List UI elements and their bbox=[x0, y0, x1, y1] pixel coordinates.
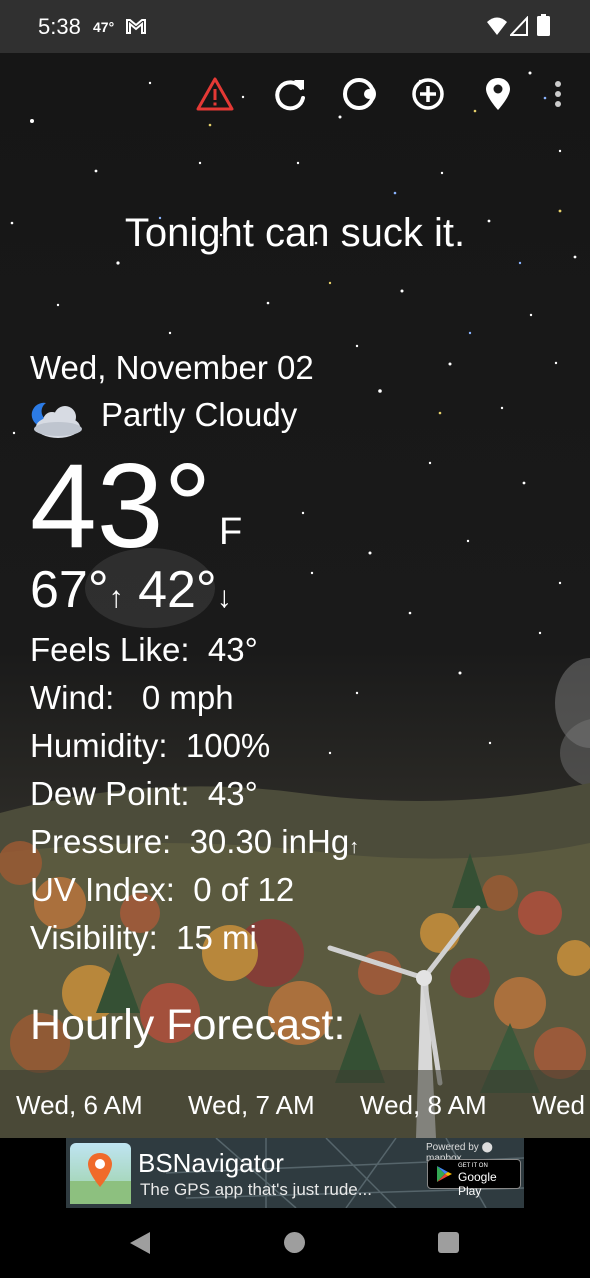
store-small-text: GET IT ON bbox=[458, 1163, 488, 1169]
google-play-icon bbox=[437, 1166, 452, 1182]
home-icon[interactable] bbox=[284, 1232, 305, 1253]
gmail-icon bbox=[126, 19, 146, 34]
battery-icon bbox=[537, 14, 550, 36]
high-low-temps: 67°↑ 42°↓ bbox=[30, 559, 232, 629]
bsnavigator-logo bbox=[70, 1143, 131, 1204]
detail-label: UV Index: bbox=[30, 871, 175, 908]
store-big-text: Google Play bbox=[458, 1170, 497, 1198]
current-temperature: 43° bbox=[30, 439, 212, 573]
detail-label: Pressure: bbox=[30, 823, 172, 860]
theme-icon[interactable] bbox=[339, 74, 379, 114]
more-options-icon[interactable] bbox=[538, 74, 578, 114]
detail-value: 43° bbox=[207, 775, 258, 812]
recents-icon[interactable] bbox=[438, 1232, 459, 1253]
detail-label: Humidity: bbox=[30, 727, 168, 764]
status-time: 5:38 bbox=[38, 14, 81, 39]
ad-subtitle: The GPS app that's just rude... bbox=[140, 1180, 372, 1199]
status-temp: 47° bbox=[93, 19, 115, 35]
alert-icon[interactable] bbox=[195, 74, 235, 114]
detail-label: Dew Point: bbox=[30, 775, 190, 812]
high-temp: 67° bbox=[30, 561, 109, 619]
navigation-bar bbox=[0, 1208, 590, 1278]
pressure-trend-arrow: ↑ bbox=[349, 836, 360, 858]
hour-item[interactable]: Wed bbox=[532, 1090, 585, 1121]
refresh-icon[interactable] bbox=[270, 74, 310, 114]
back-icon[interactable] bbox=[128, 1230, 152, 1256]
ad-title: BSNavigator bbox=[138, 1148, 284, 1178]
pressure-row: Pressure: 30.30 inHg↑ bbox=[30, 823, 359, 861]
wind-row: Wind: 0 mph bbox=[30, 679, 234, 717]
detail-value: 15 mi bbox=[176, 919, 257, 956]
hour-item[interactable]: Wed, 7 AM bbox=[188, 1090, 315, 1121]
add-location-icon[interactable] bbox=[408, 74, 448, 114]
snark-message: Tonight can suck it. bbox=[124, 211, 466, 255]
signal-icon bbox=[510, 16, 528, 36]
feels-like-row: Feels Like: 43° bbox=[30, 631, 258, 669]
humidity-row: Humidity: 100% bbox=[30, 727, 270, 765]
detail-label: Visibility: bbox=[30, 919, 158, 956]
dew-point-row: Dew Point: 43° bbox=[30, 775, 258, 813]
low-temp: 42° bbox=[138, 561, 217, 619]
hourly-forecast-strip[interactable]: Wed, 6 AM Wed, 7 AM Wed, 8 AM Wed bbox=[0, 1070, 590, 1138]
wifi-icon bbox=[487, 17, 507, 35]
condition-text: Partly Cloudy bbox=[101, 396, 298, 433]
detail-value: 0 of 12 bbox=[193, 871, 295, 908]
visibility-row: Visibility: 15 mi bbox=[30, 919, 257, 957]
location-pin-icon[interactable] bbox=[478, 74, 518, 114]
low-arrow: ↓ bbox=[216, 581, 232, 614]
weather-background: Tonight can suck it. Wed, November 02 Pa… bbox=[0, 53, 590, 1138]
detail-value: 100% bbox=[185, 727, 271, 764]
current-date: Wed, November 02 bbox=[30, 349, 314, 386]
hour-item[interactable]: Wed, 6 AM bbox=[16, 1090, 143, 1121]
detail-label: Feels Like: bbox=[30, 631, 190, 668]
hour-item[interactable]: Wed, 8 AM bbox=[360, 1090, 487, 1121]
detail-value: 30.30 inHg bbox=[189, 823, 350, 860]
google-play-badge[interactable]: GET IT ON Google Play bbox=[427, 1159, 521, 1198]
ad-banner[interactable]: BSNavigator The GPS app that's just rude… bbox=[66, 1138, 524, 1208]
status-bar: 5:38 47° bbox=[0, 0, 590, 53]
partly-cloudy-night-icon bbox=[31, 402, 82, 438]
detail-value: 0 mph bbox=[132, 679, 234, 716]
detail-label: Wind: bbox=[30, 679, 115, 716]
temperature-unit: F bbox=[219, 511, 243, 553]
uv-index-row: UV Index: 0 of 12 bbox=[30, 871, 294, 909]
detail-value: 43° bbox=[207, 631, 258, 668]
high-arrow: ↑ bbox=[108, 581, 124, 614]
hourly-forecast-title: Hourly Forecast: bbox=[30, 1001, 346, 1049]
